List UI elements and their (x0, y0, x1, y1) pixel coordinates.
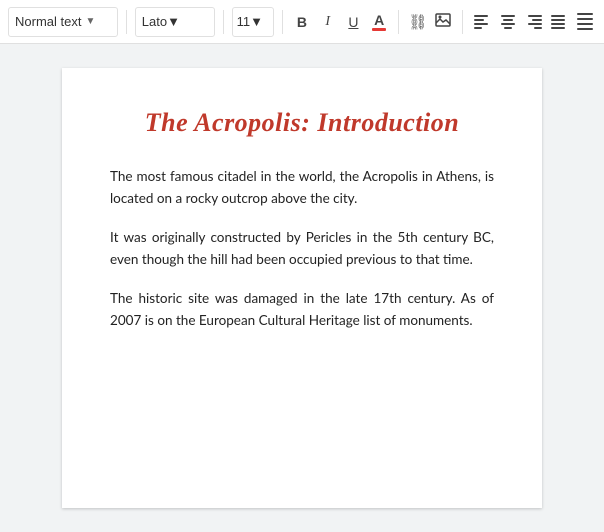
align-justify-icon (551, 15, 567, 29)
align-left-icon (474, 15, 490, 29)
separator-1 (126, 10, 127, 34)
align-right-button[interactable] (523, 8, 545, 36)
style-label: Normal text (15, 14, 81, 29)
align-left-button[interactable] (471, 8, 493, 36)
style-dropdown[interactable]: Normal text ▼ (8, 7, 118, 37)
font-color-line (372, 28, 386, 31)
image-icon (435, 13, 451, 30)
menu-icon (577, 13, 593, 30)
paragraph-3: The historic site was damaged in the lat… (110, 288, 494, 331)
align-center-icon (500, 15, 516, 29)
more-options-button[interactable] (574, 8, 596, 36)
separator-3 (282, 10, 283, 34)
toolbar: Normal text ▼ Lato ▼ 11 ▼ B I U A ⛓ (0, 0, 604, 44)
font-size-label: 11 (237, 14, 251, 29)
bold-label: B (297, 14, 307, 30)
underline-button[interactable]: U (343, 8, 365, 36)
font-color-button[interactable]: A (368, 8, 390, 36)
align-right-icon (526, 15, 542, 29)
italic-button[interactable]: I (317, 8, 339, 36)
paragraph-1: The most famous citadel in the world, th… (110, 166, 494, 209)
font-chevron-icon: ▼ (167, 14, 180, 29)
document-area: The Acropolis: Introduction The most fam… (0, 44, 604, 532)
link-button[interactable]: ⛓ (407, 8, 429, 36)
paragraph-2: It was originally constructed by Pericle… (110, 227, 494, 270)
separator-5 (462, 10, 463, 34)
document-title: The Acropolis: Introduction (110, 108, 494, 138)
align-justify-button[interactable] (548, 8, 570, 36)
bold-button[interactable]: B (291, 8, 313, 36)
align-center-button[interactable] (497, 8, 519, 36)
link-icon: ⛓ (408, 13, 427, 31)
style-chevron-icon: ▼ (85, 16, 95, 27)
font-label: Lato (142, 14, 167, 29)
separator-2 (223, 10, 224, 34)
font-color-label: A (374, 13, 384, 27)
font-size-dropdown[interactable]: 11 ▼ (232, 7, 275, 37)
underline-label: U (348, 14, 358, 30)
font-size-chevron-icon: ▼ (250, 14, 263, 29)
separator-4 (398, 10, 399, 34)
italic-label: I (325, 14, 330, 30)
image-button[interactable] (433, 8, 455, 36)
document-page: The Acropolis: Introduction The most fam… (62, 68, 542, 508)
font-dropdown[interactable]: Lato ▼ (135, 7, 215, 37)
